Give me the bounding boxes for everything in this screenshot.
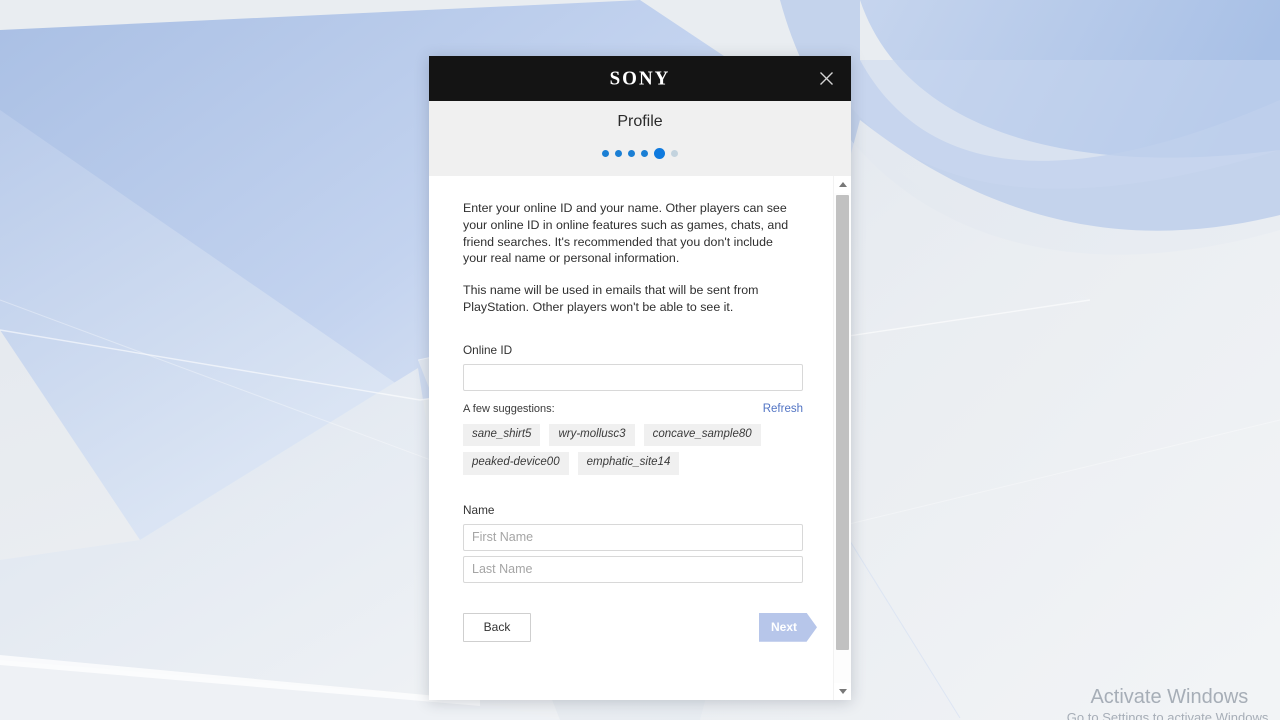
last-name-input[interactable] <box>463 555 803 583</box>
suggestion-chip[interactable]: emphatic_site14 <box>577 452 680 475</box>
dialog-footer-links: Terms of Service | Help | Site Map <box>429 699 829 700</box>
page-title: Profile <box>617 113 663 130</box>
footer-separator: | <box>627 699 630 700</box>
chevron-down-icon[interactable] <box>834 683 851 700</box>
sony-logo: SONY <box>609 66 671 90</box>
footer-link-site-map[interactable]: Site Map <box>675 699 716 700</box>
footer-link-terms[interactable]: Terms of Service <box>542 699 620 700</box>
online-id-input[interactable] <box>463 363 803 391</box>
form-button-row: Back Next <box>463 612 817 643</box>
first-name-input[interactable] <box>463 523 803 551</box>
dialog-subheader: Profile <box>429 101 851 176</box>
refresh-suggestions-link[interactable]: Refresh <box>763 403 803 415</box>
close-icon[interactable] <box>811 64 841 94</box>
step-dot-2 <box>615 149 622 157</box>
sony-account-dialog: SONY Profile Enter your online ID and yo… <box>429 56 851 700</box>
chevron-up-icon[interactable] <box>834 176 851 193</box>
suggestion-chip[interactable]: peaked-device00 <box>463 452 569 475</box>
footer-separator: | <box>665 699 668 700</box>
scrollbar-track[interactable] <box>834 193 851 683</box>
suggestion-chip[interactable]: wry-mollusc3 <box>549 423 635 447</box>
dialog-titlebar: SONY <box>429 56 851 101</box>
name-label: Name <box>463 502 495 517</box>
intro-paragraph: Enter your online ID and your name. Othe… <box>463 201 789 266</box>
dialog-form: Enter your online ID and your name. Othe… <box>429 176 829 700</box>
step-dot-3 <box>628 149 635 157</box>
content-scrollbar[interactable] <box>833 176 851 700</box>
activate-windows-watermark: Activate Windows Go to Settings to activ… <box>1067 684 1272 720</box>
suggestion-chip[interactable]: sane_shirt5 <box>463 423 541 447</box>
watermark-subtitle: Go to Settings to activate Windows. <box>1066 710 1272 720</box>
online-id-label: Online ID <box>463 342 513 357</box>
step-dot-5-active <box>654 147 665 159</box>
step-dot-4 <box>641 149 648 157</box>
footer-link-help[interactable]: Help <box>637 699 659 700</box>
suggestions-label: A few suggestions: <box>463 402 555 415</box>
scrollbar-thumb[interactable] <box>836 195 849 650</box>
watermark-title: Activate Windows <box>1090 686 1249 708</box>
step-dot-6 <box>671 149 678 157</box>
dialog-content-area: Enter your online ID and your name. Othe… <box>429 176 851 700</box>
desktop-background: Activate Windows Go to Settings to activ… <box>0 0 1280 720</box>
next-button[interactable]: Next <box>759 612 817 642</box>
step-progress-dots <box>602 147 678 159</box>
suggestion-chip-list: sane_shirt5 wry-mollusc3 concave_sample8… <box>463 423 805 475</box>
step-dot-1 <box>602 149 609 157</box>
suggestions-header: A few suggestions: Refresh <box>463 403 803 415</box>
name-usage-paragraph: This name will be used in emails that wi… <box>463 283 759 314</box>
back-button[interactable]: Back <box>463 612 531 642</box>
suggestion-chip[interactable]: concave_sample80 <box>643 423 761 447</box>
